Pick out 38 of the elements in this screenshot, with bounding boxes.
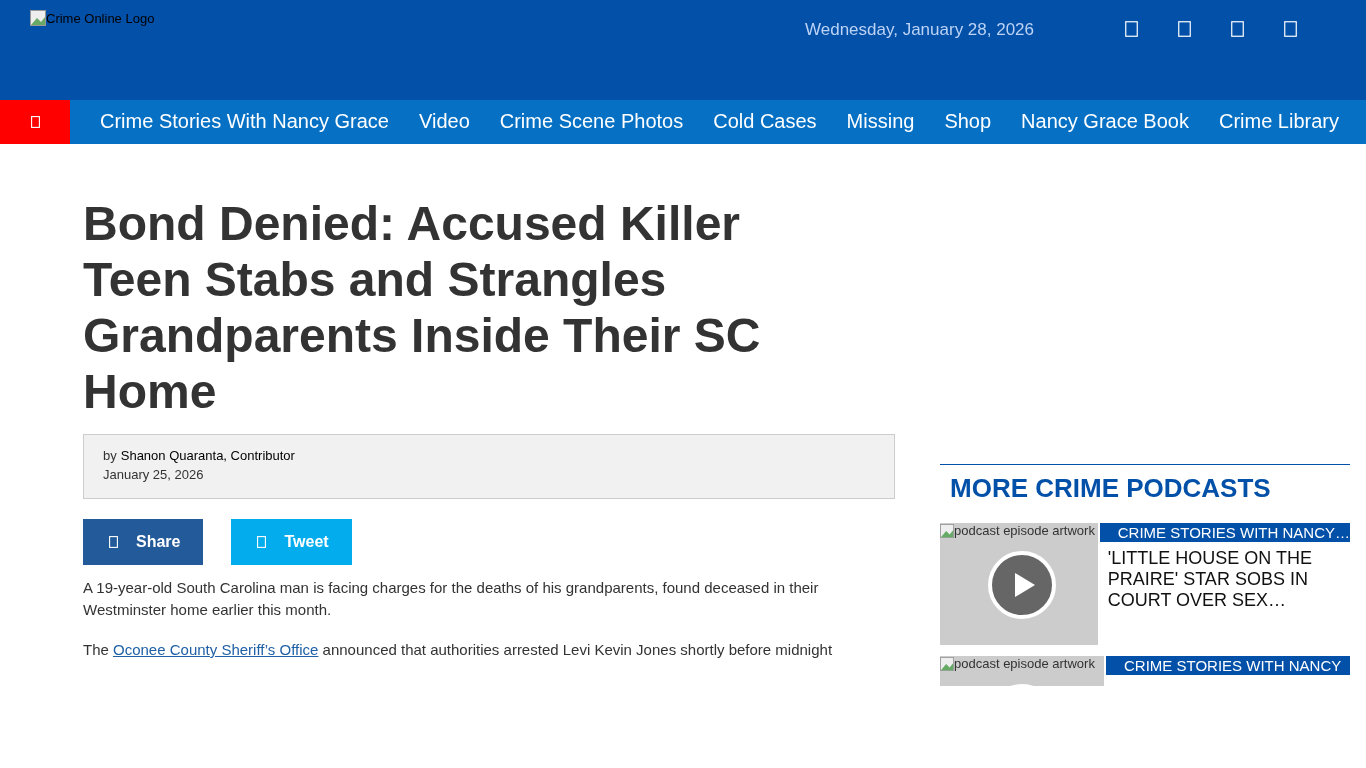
tweet-button[interactable]: Tweet [231, 519, 352, 565]
square-icon[interactable] [1178, 21, 1191, 37]
share-button[interactable]: Share [83, 519, 204, 565]
image-alt-text: podcast episode artwork [954, 656, 1095, 671]
play-icon[interactable] [987, 550, 1057, 620]
sheriff-office-link[interactable]: Oconee County Sheriff’s Office [113, 641, 319, 658]
author-link[interactable]: Shanon Quaranta, Contributor [120, 448, 295, 463]
byline-prefix: by [103, 448, 117, 463]
episode-headline[interactable]: 'LITTLE HOUSE ON THE PRAIRE' STAR SOBS IN COURT OVER SEX… [1099, 542, 1350, 617]
section-heading: MORE CRIME PODCASTS [940, 464, 1350, 514]
nav-link[interactable]: Shop [929, 109, 1007, 135]
square-icon[interactable] [1284, 21, 1297, 37]
square-icon [257, 536, 267, 548]
image-alt-text: podcast episode artwork [954, 523, 1095, 538]
square-icon [109, 536, 118, 548]
nav-link[interactable]: Nancy Grace Book [1006, 109, 1204, 135]
artwork-placeholder[interactable]: podcast episode artwork [940, 656, 1104, 686]
nav-link[interactable]: Video [403, 109, 485, 135]
nav-link[interactable]: Cold Cases [698, 109, 832, 135]
artwork-placeholder[interactable]: podcast episode artwork [940, 523, 1098, 645]
nav-link[interactable]: Crime Stories With Nancy Grace [85, 109, 404, 135]
square-icon[interactable] [1125, 21, 1138, 37]
show-tag[interactable]: CRIME STORIES WITH NANCY [1106, 656, 1350, 675]
nav-link[interactable]: Crime Scene Photos [484, 109, 699, 135]
article-title: Bond Denied: Accused Killer Teen Stabs and Strangles Grandparents Inside Their SC Home [83, 196, 762, 420]
square-icon[interactable] [1231, 21, 1244, 37]
nav-link[interactable]: Missing [831, 109, 930, 135]
logo-alt-text[interactable]: Crime Online Logo [46, 11, 155, 26]
article-paragraph: The Oconee County Sheriff’s Office announced that authorities arrested Levi Kevin Jones shortly before midnight [83, 640, 834, 660]
publish-date: January 25, 2026 [103, 467, 205, 482]
current-date: Wednesday, January 28, 2026 [805, 20, 1036, 40]
show-tag[interactable]: CRIME STORIES WITH NANCY… [1099, 523, 1350, 542]
square-icon [30, 116, 40, 128]
broken-image-icon [940, 523, 954, 538]
nav-link[interactable]: Crime Library [1203, 109, 1354, 135]
broken-image-icon [30, 10, 46, 26]
article-paragraph: A 19-year-old South Carolina man is facing charges for the deaths of his grandparents, found deceased in their Westminster home earlier this month. [83, 578, 820, 620]
broken-image-icon [940, 656, 954, 671]
